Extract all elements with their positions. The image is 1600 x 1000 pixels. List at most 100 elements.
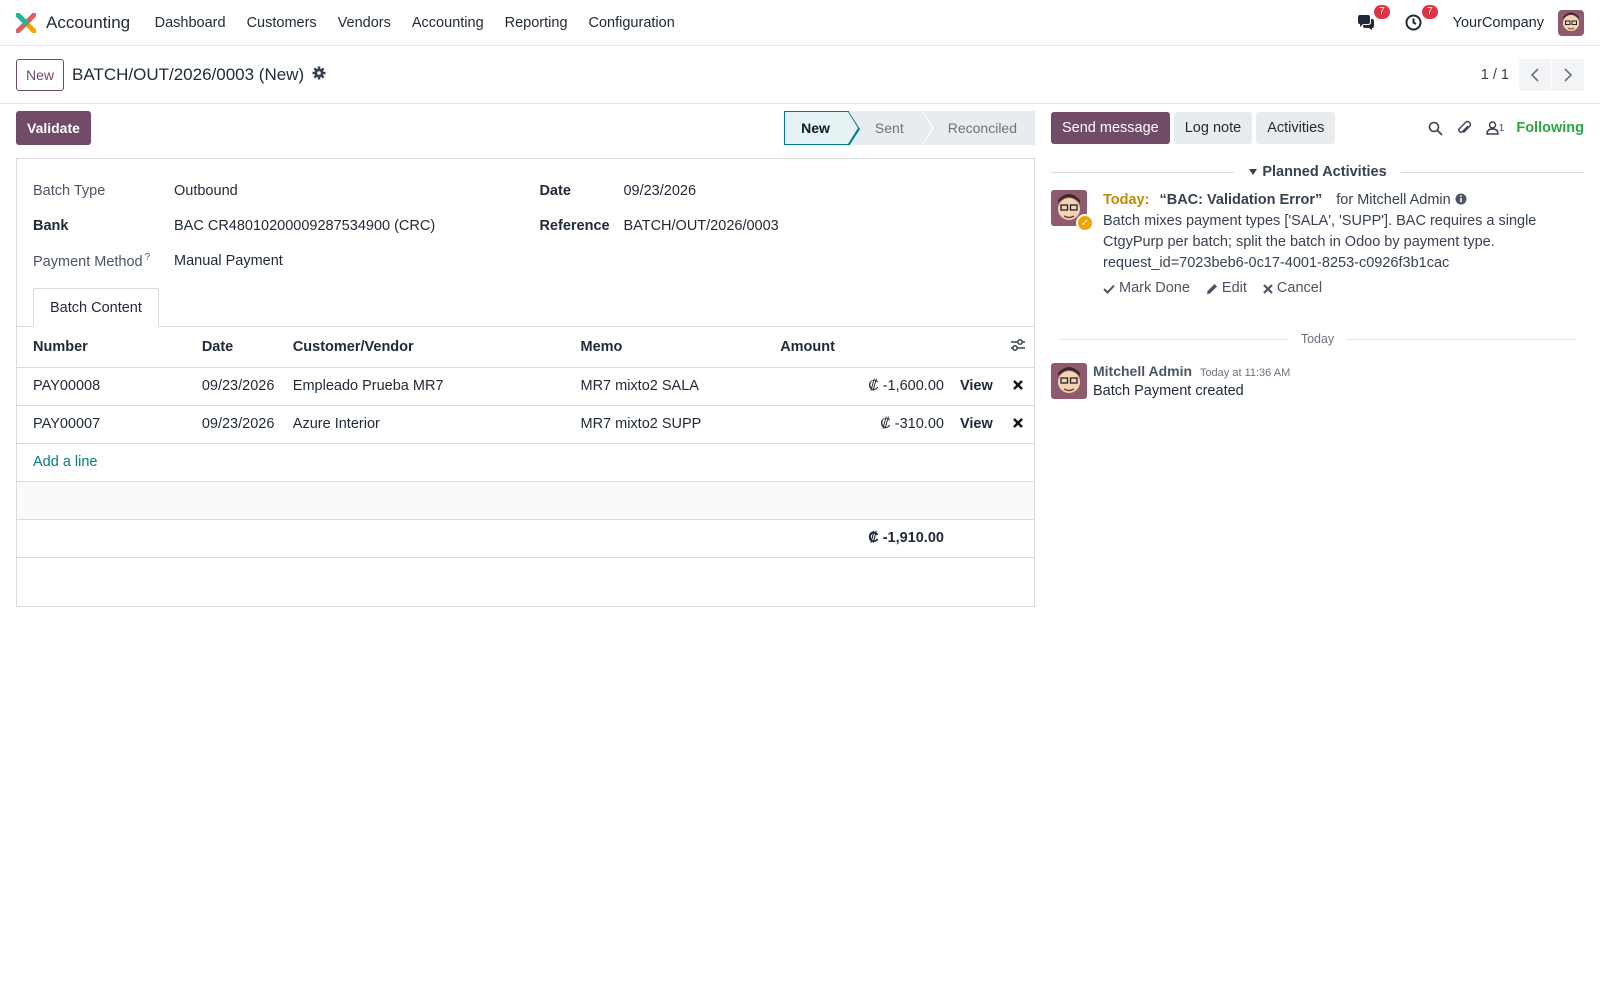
table-row[interactable]: PAY00007 09/23/2026 Azure Interior MR7 m… (17, 405, 1034, 444)
cell-memo[interactable]: MR7 mixto2 SALA (572, 367, 773, 406)
company-switcher[interactable]: YourCompany (1453, 15, 1544, 31)
chat-bubbles-icon (1357, 14, 1374, 30)
messaging-menu[interactable]: 7 (1357, 4, 1390, 32)
form-view: Validate New Sent Reconciled Batch Type … (16, 104, 1035, 607)
planned-activities-header[interactable]: Planned Activities (1051, 162, 1584, 182)
column-date[interactable]: Date (193, 327, 285, 368)
mark-done-label: Mark Done (1119, 280, 1190, 296)
help-tooltip-icon[interactable]: ? (145, 252, 151, 263)
user-icon (1486, 121, 1499, 135)
cancel-label: Cancel (1276, 280, 1323, 296)
stage-new[interactable]: New (784, 111, 860, 146)
column-partner[interactable]: Customer/Vendor (284, 327, 573, 368)
followers-button[interactable]: 1 (1486, 121, 1505, 135)
bank-value[interactable]: BAC CR48010200009287534900 (CRC) (174, 218, 435, 234)
pager-next-button[interactable] (1552, 58, 1584, 91)
optional-columns-toggle[interactable] (1001, 327, 1034, 368)
total-row: ₡ -1,910.00 (17, 519, 1034, 558)
table-row[interactable]: PAY00008 09/23/2026 Empleado Prueba MR7 … (17, 367, 1034, 406)
app-name[interactable]: Accounting (46, 13, 130, 33)
batch-type-field: Batch Type Outbound (33, 173, 539, 208)
edit-activity-button[interactable]: Edit (1206, 278, 1247, 299)
menu-dashboard[interactable]: Dashboard (144, 15, 236, 31)
divider (1051, 171, 1235, 173)
message-body: Batch Payment created (1093, 383, 1244, 399)
app-logo-icon[interactable] (15, 12, 37, 33)
tab-batch-content[interactable]: Batch Content (33, 288, 159, 327)
log-note-button[interactable]: Log note (1173, 112, 1253, 144)
info-icon[interactable] (1455, 192, 1467, 208)
batch-type-value[interactable]: Outbound (174, 183, 238, 199)
activity-assignee: for Mitchell Admin (1336, 192, 1451, 208)
cell-partner[interactable]: Empleado Prueba MR7 (284, 367, 573, 406)
menu-reporting[interactable]: Reporting (494, 15, 578, 31)
send-message-button[interactable]: Send message (1051, 112, 1170, 144)
add-line-link[interactable]: Add a line (33, 454, 98, 470)
activity-avatar: ✓ (1051, 190, 1094, 232)
edit-label: Edit (1221, 280, 1247, 296)
message-author[interactable]: Mitchell Admin (1093, 363, 1192, 379)
mark-done-button[interactable]: Mark Done (1103, 278, 1190, 299)
cancel-activity-button[interactable]: Cancel (1263, 278, 1322, 299)
pager-value[interactable]: 1 / 1 (1481, 67, 1509, 83)
delete-row-button[interactable] (1001, 405, 1034, 444)
search-icon[interactable] (1428, 121, 1443, 136)
message-avatar[interactable] (1051, 363, 1087, 399)
chatter-message: Mitchell Admin Today at 11:36 AM Batch P… (1051, 363, 1584, 399)
close-icon (1013, 418, 1023, 428)
activity-menu[interactable]: 7 (1405, 4, 1438, 32)
activity-heading: Today: “BAC: Validation Error” for Mitch… (1103, 190, 1584, 211)
bank-field: Bank BAC CR48010200009287534900 (CRC) (33, 208, 539, 243)
menu-accounting[interactable]: Accounting (401, 15, 494, 31)
cell-amount[interactable]: ₡ -1,600.00 (772, 367, 952, 406)
cell-memo[interactable]: MR7 mixto2 SUPP (572, 405, 773, 444)
cell-number[interactable]: PAY00007 (17, 405, 194, 444)
cell-number[interactable]: PAY00008 (17, 367, 194, 406)
divider (1346, 338, 1577, 340)
date-value[interactable]: 09/23/2026 (623, 183, 696, 199)
new-button[interactable]: New (16, 58, 65, 91)
total-amount: ₡ -1,910.00 (772, 519, 952, 558)
planned-activities-title[interactable]: Planned Activities (1234, 164, 1400, 180)
cell-date[interactable]: 09/23/2026 (193, 367, 285, 406)
user-avatar[interactable] (1558, 9, 1584, 36)
planned-title-text: Planned Activities (1262, 164, 1387, 180)
reference-value[interactable]: BATCH/OUT/2026/0003 (623, 218, 778, 234)
payment-method-field: Payment Method? Manual Payment (33, 243, 539, 278)
following-button[interactable]: Following (1516, 120, 1584, 136)
view-payment-button[interactable]: View (951, 405, 1002, 444)
bank-label: Bank (33, 217, 69, 234)
activity-note: Batch mixes payment types ['SALA', 'SUPP… (1103, 213, 1537, 271)
column-amount[interactable]: Amount (772, 327, 952, 368)
cell-date[interactable]: 09/23/2026 (193, 405, 285, 444)
gear-icon[interactable] (312, 66, 326, 83)
activity-due: Today: (1103, 192, 1150, 208)
empty-row (17, 481, 1034, 520)
delete-row-button[interactable] (1001, 367, 1034, 406)
view-payment-button[interactable]: View (951, 367, 1002, 406)
form-fields: Batch Type Outbound Bank BAC CR480102000… (17, 159, 1034, 287)
pager: 1 / 1 (1481, 58, 1584, 91)
activities-button[interactable]: Activities (1256, 112, 1336, 144)
reference-label: Reference (539, 217, 610, 234)
validate-button[interactable]: Validate (16, 111, 91, 145)
payment-method-value[interactable]: Manual Payment (174, 253, 283, 269)
menu-configuration[interactable]: Configuration (578, 15, 685, 31)
payment-lines-table: Number Date Customer/Vendor Memo Amount (17, 327, 1034, 558)
menu-vendors[interactable]: Vendors (327, 15, 401, 31)
cell-amount[interactable]: ₡ -310.00 (772, 405, 952, 444)
chevron-right-icon (1564, 67, 1573, 82)
followers-count: 1 (1498, 122, 1505, 134)
cell-partner[interactable]: Azure Interior (284, 405, 573, 444)
paperclip-icon[interactable] (1457, 120, 1472, 136)
stage-reconciled[interactable]: Reconciled (921, 111, 1035, 145)
menu-customers[interactable]: Customers (236, 15, 327, 31)
pager-previous-button[interactable] (1519, 58, 1551, 91)
total-spacer-end (951, 519, 1034, 558)
column-view (951, 327, 1002, 368)
column-memo[interactable]: Memo (572, 327, 773, 368)
divider (1400, 171, 1584, 173)
payment-method-label-text: Payment Method (33, 253, 143, 270)
clock-icon (1405, 14, 1422, 31)
column-number[interactable]: Number (17, 327, 194, 368)
